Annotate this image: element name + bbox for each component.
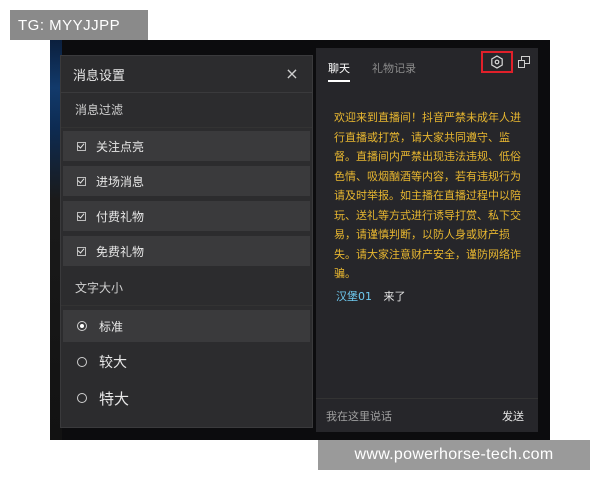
filter-label: 关注点亮 bbox=[96, 139, 145, 154]
checkbox-icon[interactable] bbox=[77, 176, 86, 186]
top-tag: TG: MYYJJPP bbox=[10, 10, 148, 40]
live-stream-screen: 消息设置 × 消息过滤 关注点亮 进场消息 付费礼物 免费礼物 文字大小 标准 … bbox=[50, 40, 550, 440]
close-icon[interactable]: × bbox=[284, 66, 300, 82]
chat-input[interactable]: 我在这里说话 bbox=[326, 408, 392, 424]
settings-header: 消息设置 × bbox=[61, 56, 312, 93]
chat-username[interactable]: 汉堡01 bbox=[336, 290, 372, 303]
filter-label: 付费礼物 bbox=[96, 209, 145, 224]
filter-item-follow[interactable]: 关注点亮 bbox=[63, 131, 310, 161]
font-size-label: 特大 bbox=[99, 389, 130, 408]
popout-window-icon[interactable] bbox=[518, 56, 530, 68]
radio-icon[interactable] bbox=[77, 321, 87, 331]
filter-label: 进场消息 bbox=[96, 174, 145, 189]
filter-list: 关注点亮 进场消息 付费礼物 免费礼物 bbox=[61, 128, 312, 266]
chat-tabs: 聊天 礼物记录 bbox=[316, 48, 538, 82]
checkbox-icon[interactable] bbox=[77, 141, 86, 151]
chat-message-text: 来了 bbox=[383, 290, 406, 303]
chat-message: 汉堡01 来了 bbox=[336, 288, 406, 304]
font-size-option-standard[interactable]: 标准 bbox=[63, 310, 310, 342]
filter-item-paid-gift[interactable]: 付费礼物 bbox=[63, 201, 310, 231]
tab-chat[interactable]: 聊天 bbox=[328, 60, 350, 82]
settings-title: 消息设置 bbox=[73, 68, 126, 84]
watermark: www.powerhorse-tech.com bbox=[318, 440, 590, 470]
tab-gift-records[interactable]: 礼物记录 bbox=[372, 60, 416, 82]
radio-icon[interactable] bbox=[77, 357, 87, 367]
filter-item-free-gift[interactable]: 免费礼物 bbox=[63, 236, 310, 266]
filter-section-label: 消息过滤 bbox=[61, 93, 312, 128]
filter-item-entry[interactable]: 进场消息 bbox=[63, 166, 310, 196]
radio-icon[interactable] bbox=[77, 393, 87, 403]
settings-hexagon-icon[interactable] bbox=[481, 51, 513, 73]
checkbox-icon[interactable] bbox=[77, 246, 86, 256]
chat-panel: 聊天 礼物记录 欢迎来到直播间！抖音严禁未成年人进行直播或打赏，请大家共同遵守、… bbox=[316, 48, 538, 432]
font-size-label: 较大 bbox=[99, 355, 127, 371]
font-size-options: 标准 较大 特大 bbox=[61, 306, 312, 414]
send-button[interactable]: 发送 bbox=[502, 408, 524, 424]
chat-input-bar: 我在这里说话 发送 bbox=[316, 398, 538, 432]
font-size-option-xlarge[interactable]: 特大 bbox=[63, 382, 310, 414]
font-size-section-label: 文字大小 bbox=[61, 271, 312, 306]
live-room-notice: 欢迎来到直播间！抖音严禁未成年人进行直播或打赏，请大家共同遵守、监督。直播间内严… bbox=[334, 111, 521, 280]
message-settings-panel: 消息设置 × 消息过滤 关注点亮 进场消息 付费礼物 免费礼物 文字大小 标准 … bbox=[60, 55, 313, 428]
checkbox-icon[interactable] bbox=[77, 211, 86, 221]
hexagon-gear-icon bbox=[491, 55, 503, 69]
font-size-option-large[interactable]: 较大 bbox=[63, 346, 310, 378]
font-size-label: 标准 bbox=[99, 319, 124, 334]
filter-label: 免费礼物 bbox=[96, 244, 145, 259]
